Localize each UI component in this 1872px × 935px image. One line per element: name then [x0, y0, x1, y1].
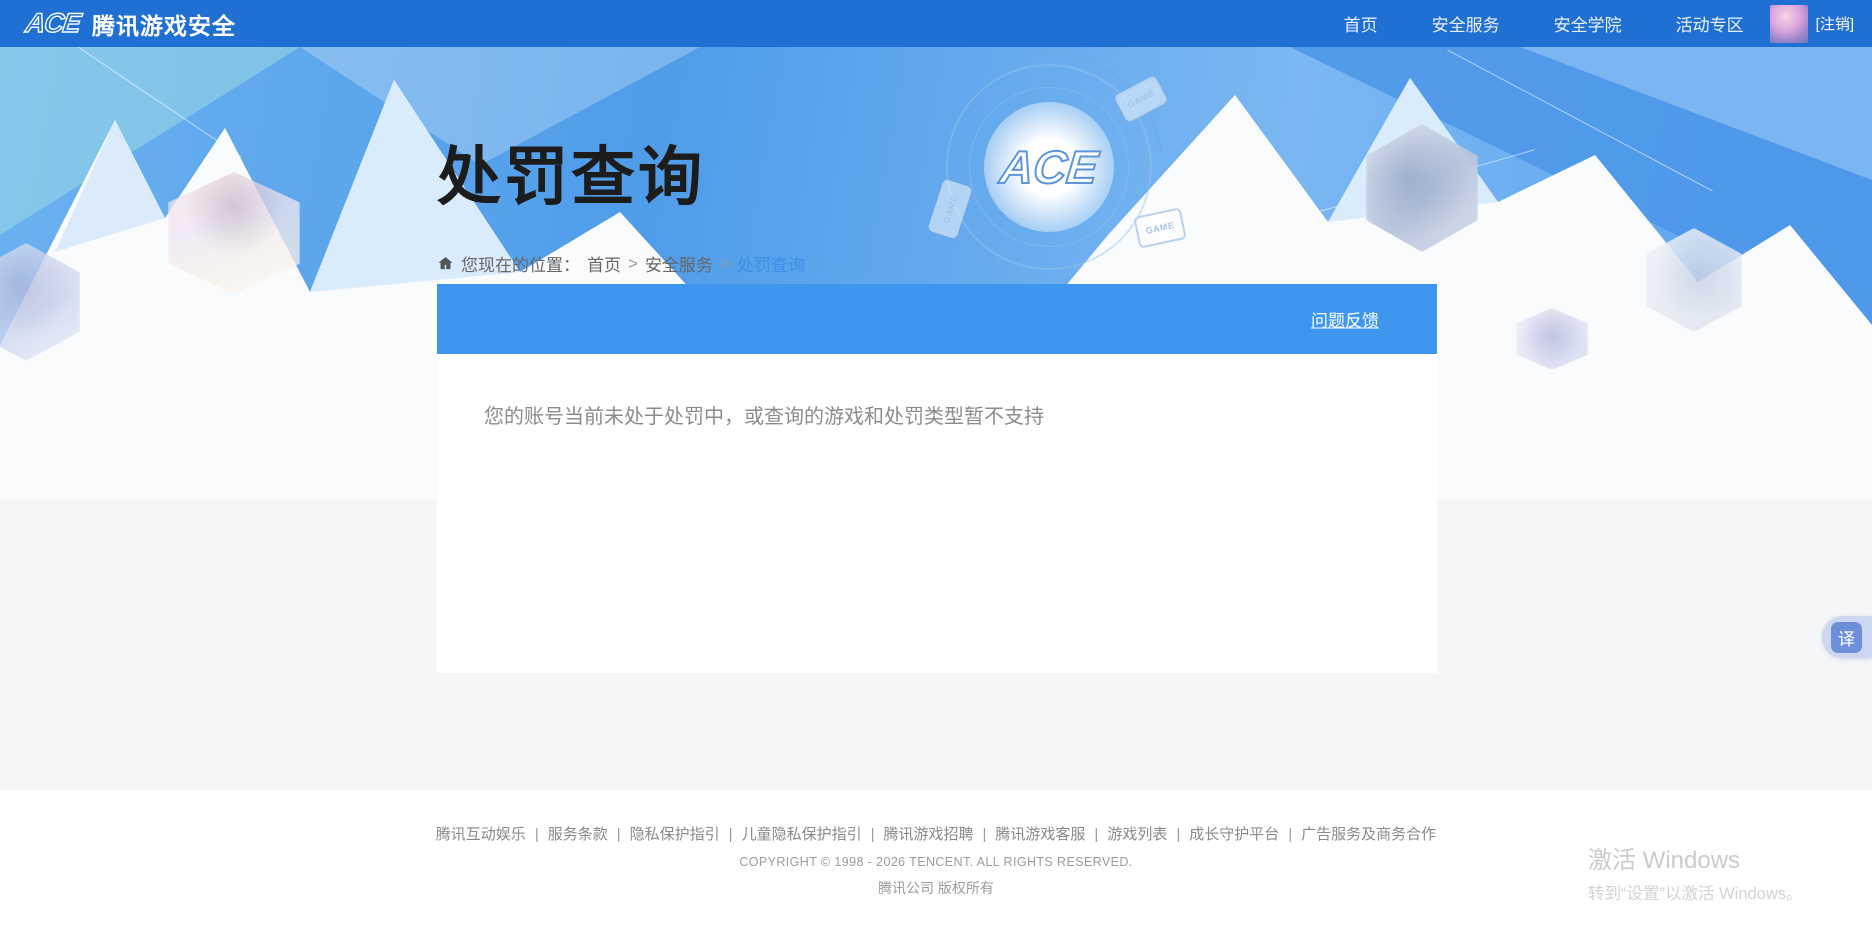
breadcrumb: 您现在的位置： 首页 > 安全服务 > 处罚查询	[437, 251, 805, 276]
footer: 腾讯互动娱乐 | 服务条款 | 隐私保护指引 | 儿童隐私保护指引 | 腾讯游戏招聘 | 腾讯游戏客…	[0, 790, 1872, 935]
footer-separator: |	[871, 826, 875, 843]
top-navbar: ACE 腾讯游戏安全 首页 安全服务 安全学院 活动专区 [注销]	[0, 0, 1872, 47]
page-title: 处罚查询	[437, 126, 705, 218]
page: ACE GAME GAME GAME 处罚查询 您现在的位置： 首页 > 安全服…	[0, 0, 1872, 935]
footer-separator: |	[1094, 826, 1098, 843]
footer-separator: |	[729, 826, 733, 843]
breadcrumb-separator: >	[720, 254, 730, 274]
breadcrumb-separator: >	[628, 254, 638, 274]
footer-link-growth-guard[interactable]: 成长守护平台	[1189, 826, 1279, 843]
breadcrumb-item-home[interactable]: 首页	[587, 251, 621, 276]
footer-separator: |	[535, 826, 539, 843]
footer-link-terms[interactable]: 服务条款	[548, 826, 608, 843]
query-result-message: 您的账号当前未处于处罚中，或查询的游戏和处罚类型暂不支持	[437, 354, 1437, 429]
copyright-english: COPYRIGHT © 1998 - 2026 TENCENT. ALL RIG…	[0, 855, 1872, 869]
brand-name: 腾讯游戏安全	[92, 7, 236, 41]
game-chip-label: GAME	[941, 194, 959, 225]
ace-logo-icon: ACE	[24, 8, 82, 39]
footer-link-children-privacy[interactable]: 儿童隐私保护指引	[742, 826, 862, 843]
query-result-card: 问题反馈 您的账号当前未处于处罚中，或查询的游戏和处罚类型暂不支持	[437, 284, 1437, 673]
nav-item-home[interactable]: 首页	[1344, 11, 1378, 36]
footer-link-tencent-games[interactable]: 腾讯互动娱乐	[436, 826, 526, 843]
footer-link-customer-service[interactable]: 腾讯游戏客服	[995, 826, 1085, 843]
logout-link[interactable]: [注销]	[1816, 13, 1854, 34]
breadcrumb-item-punishment-query[interactable]: 处罚查询	[737, 251, 805, 276]
footer-separator: |	[1288, 826, 1292, 843]
copyright-chinese: 腾讯公司 版权所有	[0, 878, 1872, 898]
footer-separator: |	[1176, 826, 1180, 843]
translate-icon[interactable]: 译	[1831, 622, 1862, 653]
nav-item-security-academy[interactable]: 安全学院	[1554, 11, 1622, 36]
user-avatar[interactable]	[1770, 5, 1808, 43]
footer-link-recruit[interactable]: 腾讯游戏招聘	[883, 826, 973, 843]
footer-separator: |	[617, 826, 621, 843]
game-chip-label: GAME	[1126, 88, 1156, 110]
breadcrumb-item-security-services[interactable]: 安全服务	[645, 251, 713, 276]
nav-links: 首页 安全服务 安全学院 活动专区	[1344, 11, 1744, 36]
footer-links: 腾讯互动娱乐 | 服务条款 | 隐私保护指引 | 儿童隐私保护指引 | 腾讯游戏招聘 | 腾讯游戏客…	[0, 823, 1872, 844]
nav-item-security-services[interactable]: 安全服务	[1432, 11, 1500, 36]
home-icon	[437, 255, 454, 272]
footer-link-privacy[interactable]: 隐私保护指引	[630, 826, 720, 843]
card-banner: 问题反馈	[437, 284, 1437, 354]
footer-separator: |	[983, 826, 987, 843]
game-chip-label: GAME	[1145, 220, 1175, 236]
translate-widget[interactable]: 译	[1822, 616, 1872, 658]
nav-item-activity-zone[interactable]: 活动专区	[1676, 11, 1744, 36]
feedback-link[interactable]: 问题反馈	[1311, 307, 1379, 332]
brand-logo[interactable]: ACE 腾讯游戏安全	[26, 7, 236, 41]
footer-link-game-list[interactable]: 游戏列表	[1107, 826, 1167, 843]
breadcrumb-prefix: 您现在的位置：	[461, 251, 580, 276]
footer-link-ad-business[interactable]: 广告服务及商务合作	[1301, 826, 1436, 843]
